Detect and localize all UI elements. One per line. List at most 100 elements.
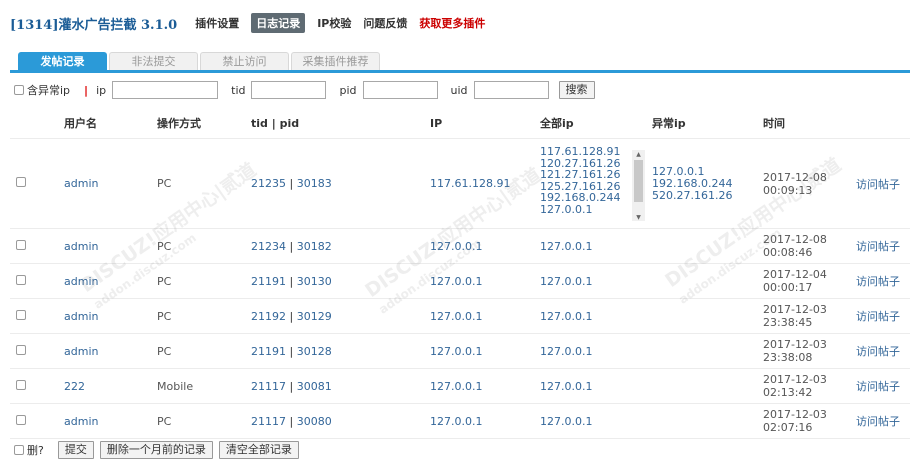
all-ip-list[interactable]: 117.61.128.91 120.27.161.26 121.27.161.26 1… (540, 146, 645, 221)
visit-post-link[interactable]: 访问帖子 (856, 310, 900, 323)
username-link[interactable]: 222 (64, 380, 85, 393)
tab-illegal-submit[interactable]: 非法提交 (109, 52, 198, 70)
date-value: 2017-12-03 (763, 338, 827, 351)
abnormal-ip-checkbox[interactable] (14, 85, 24, 95)
ip-entry: 127.0.0.1 (540, 202, 593, 216)
delete-checkbox[interactable] (14, 445, 24, 455)
all-ip-value[interactable]: 127.0.0.1 (540, 310, 592, 323)
visit-post-link[interactable]: 访问帖子 (856, 275, 900, 288)
all-ip-value[interactable]: 127.0.0.1 (540, 240, 592, 253)
col-username: 用户名 (64, 108, 157, 139)
row-checkbox[interactable] (16, 414, 26, 425)
table-row: admin PC 21191 | 30128 127.0.0.1 127.0.0.1 20… (10, 333, 910, 369)
row-checkbox[interactable] (16, 274, 26, 285)
pid-link[interactable]: 30130 (297, 275, 332, 288)
nav-ip-check[interactable]: IP校验 (317, 15, 351, 31)
tid-link[interactable]: 21235 (251, 177, 286, 190)
ip-value[interactable]: 117.61.128.91 (430, 177, 510, 190)
tab-post-records[interactable]: 发帖记录 (18, 52, 107, 70)
nav-more-plugins[interactable]: 获取更多插件 (419, 15, 485, 31)
all-ip-value[interactable]: 127.0.0.1 (540, 345, 592, 358)
tab-bar: 发帖记录 非法提交 禁止访问 采集插件推荐 (18, 52, 382, 70)
pid-input[interactable] (362, 81, 438, 99)
tid-link[interactable]: 21191 (251, 345, 286, 358)
tid-link[interactable]: 21191 (251, 275, 286, 288)
plugin-title: [1314]灌水广告拦截 3.1.0 (10, 17, 178, 33)
ip-value[interactable]: 127.0.0.1 (430, 310, 482, 323)
col-abnormal-ip: 异常ip (652, 108, 763, 139)
col-tid-pid: tid | pid (251, 108, 430, 139)
row-checkbox[interactable] (16, 177, 26, 187)
ip-input[interactable] (112, 81, 219, 99)
tab-forbidden-access[interactable]: 禁止访问 (200, 52, 289, 70)
row-checkbox[interactable] (16, 309, 26, 320)
scrollbar[interactable]: ▲ ▼ (632, 150, 645, 221)
nav-feedback[interactable]: 问题反馈 (363, 15, 407, 31)
operation-value: PC (157, 333, 251, 369)
tid-link[interactable]: 21117 (251, 415, 286, 428)
nav-log-records[interactable]: 日志记录 (251, 13, 306, 33)
operation-value: PC (157, 263, 251, 299)
pid-link[interactable]: 30183 (297, 177, 332, 190)
submit-button[interactable]: 提交 (57, 441, 94, 459)
delete-month-button[interactable]: 删除一个月前的记录 (99, 441, 213, 459)
time-value: 02:07:16 (763, 421, 813, 434)
pid-link[interactable]: 30080 (297, 415, 332, 428)
operation-value: PC (157, 228, 251, 264)
tid-link[interactable]: 21192 (251, 310, 286, 323)
pid-link[interactable]: 30129 (297, 310, 332, 323)
all-ip-value[interactable]: 127.0.0.1 (540, 275, 592, 288)
ip-value[interactable]: 127.0.0.1 (430, 415, 482, 428)
username-link[interactable]: admin (64, 275, 98, 288)
tid-input[interactable] (251, 81, 327, 99)
username-link[interactable]: admin (64, 345, 98, 358)
bottom-bar: 删? 提交 删除一个月前的记录 清空全部记录 (14, 440, 299, 460)
ip-value[interactable]: 127.0.0.1 (430, 380, 482, 393)
visit-post-link[interactable]: 访问帖子 (856, 178, 900, 191)
pid-link[interactable]: 30182 (297, 240, 332, 253)
username-link[interactable]: admin (64, 415, 98, 428)
tab-collect-plugins[interactable]: 采集插件推荐 (291, 52, 380, 70)
row-checkbox[interactable] (16, 379, 26, 390)
date-value: 2017-12-08 (763, 233, 827, 246)
visit-post-link[interactable]: 访问帖子 (856, 345, 900, 358)
uid-input[interactable] (473, 81, 549, 99)
delete-label: 删? (27, 444, 44, 457)
tid-link[interactable]: 21117 (251, 380, 286, 393)
pid-link[interactable]: 30081 (297, 380, 332, 393)
table-row: admin PC 21235 | 30183 117.61.128.91 117.61.… (10, 138, 910, 229)
tid-label: tid (231, 83, 246, 97)
clear-all-button[interactable]: 清空全部记录 (218, 441, 299, 459)
ip-entry: 127.0.0.1 (652, 164, 705, 178)
col-operation: 操作方式 (157, 108, 251, 139)
tab-underline (10, 70, 910, 73)
row-checkbox[interactable] (16, 344, 26, 355)
all-ip-value[interactable]: 127.0.0.1 (540, 415, 592, 428)
nav-plugin-settings[interactable]: 插件设置 (195, 15, 239, 31)
all-ip-value[interactable]: 127.0.0.1 (540, 380, 592, 393)
row-checkbox[interactable] (16, 239, 26, 250)
search-button[interactable]: 搜索 (558, 81, 595, 99)
col-ip: IP (430, 108, 540, 139)
time-value: 02:13:42 (763, 386, 813, 399)
visit-post-link[interactable]: 访问帖子 (856, 415, 900, 428)
operation-value: PC (157, 403, 251, 439)
scroll-up-icon[interactable]: ▲ (632, 150, 645, 159)
ip-value[interactable]: 127.0.0.1 (430, 345, 482, 358)
ip-value[interactable]: 127.0.0.1 (430, 240, 482, 253)
pid-link[interactable]: 30128 (297, 345, 332, 358)
username-link[interactable]: admin (64, 177, 98, 190)
visit-post-link[interactable]: 访问帖子 (856, 240, 900, 253)
username-link[interactable]: admin (64, 240, 98, 253)
scroll-thumb[interactable] (634, 160, 643, 202)
ip-value[interactable]: 127.0.0.1 (430, 275, 482, 288)
abnormal-ip-label: 含异常ip (27, 84, 71, 97)
username-link[interactable]: admin (64, 310, 98, 323)
date-value: 2017-12-04 (763, 268, 827, 281)
date-value: 2017-12-03 (763, 408, 827, 421)
col-all-ip: 全部ip (540, 108, 652, 139)
scroll-down-icon[interactable]: ▼ (632, 213, 645, 221)
visit-post-link[interactable]: 访问帖子 (856, 380, 900, 393)
header-bar: [1314]灌水广告拦截 3.1.0 插件设置 日志记录 IP校验 问题反馈 获… (10, 12, 497, 34)
tid-link[interactable]: 21234 (251, 240, 286, 253)
